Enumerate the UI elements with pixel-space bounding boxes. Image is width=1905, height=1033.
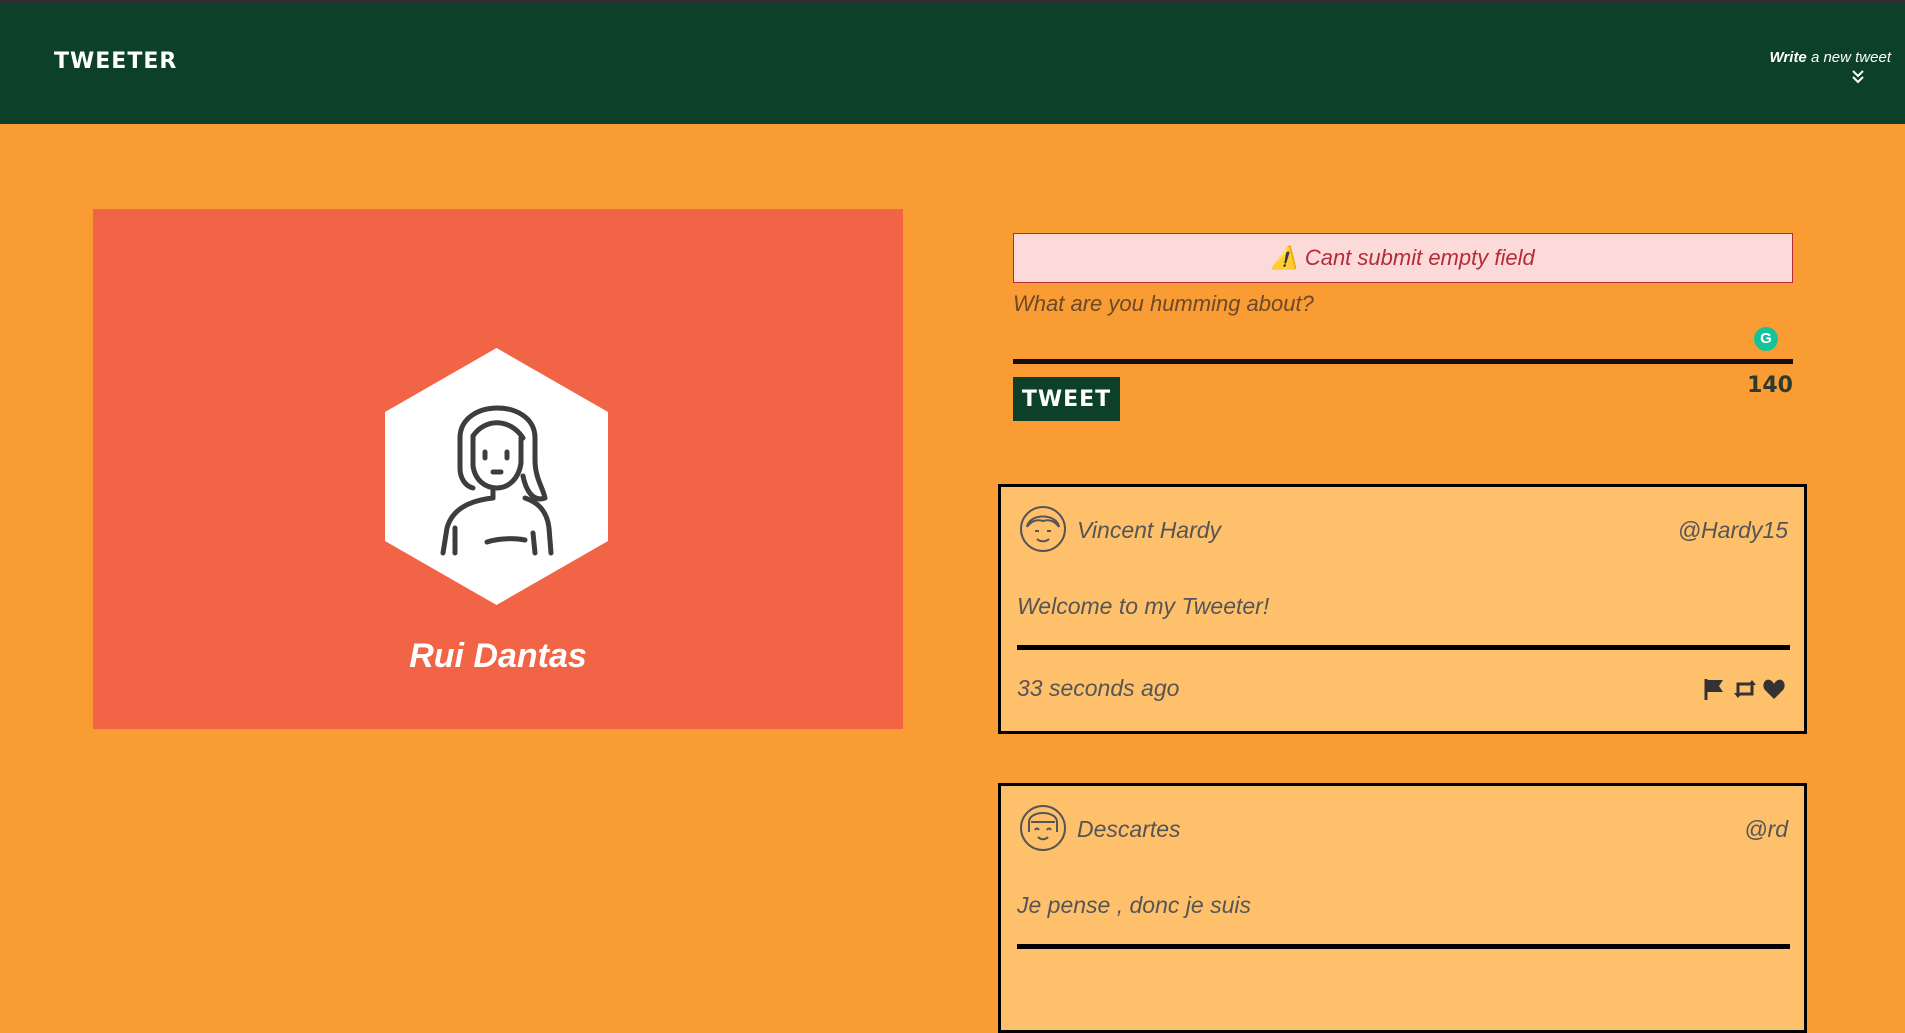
bob-hair-avatar-icon: [1020, 805, 1066, 851]
tweet-author-handle: @rd: [1744, 816, 1788, 842]
navbar: TWEETER Write a new tweet: [0, 3, 1905, 124]
tweet-author-name: Descartes: [1077, 816, 1181, 842]
tweet-submit-button[interactable]: TWEET: [1013, 377, 1120, 421]
retweet-icon[interactable]: [1732, 677, 1758, 701]
tweet-textarea[interactable]: [1013, 291, 1793, 351]
man-avatar-icon: [1020, 506, 1066, 552]
error-text: Cant submit empty field: [1304, 245, 1535, 270]
tweet-content: Welcome to my Tweeter!: [1017, 593, 1270, 619]
heart-icon[interactable]: [1762, 677, 1788, 701]
woman-avatar-icon: [385, 348, 608, 605]
double-chevron-down-icon: [1852, 70, 1864, 84]
tweet-card: Descartes @rd Je pense , donc je suis: [998, 783, 1807, 1033]
new-tweet-form: ⚠️ Cant submit empty field G TWEET 140: [1013, 233, 1793, 421]
compose-toggle-bold: Write: [1769, 49, 1807, 66]
brand-logo[interactable]: TWEETER: [54, 49, 177, 74]
tweet-author-name: Vincent Hardy: [1077, 517, 1222, 543]
tweet-actions: [1702, 677, 1788, 701]
profile-name: Rui Dantas: [409, 637, 587, 675]
tweet-author-handle: @Hardy15: [1677, 517, 1788, 543]
tweet-timestamp: 33 seconds ago: [1017, 675, 1180, 701]
grammarly-badge-icon[interactable]: G: [1754, 327, 1778, 351]
divider: [1017, 944, 1790, 949]
divider: [1013, 359, 1793, 364]
flag-icon[interactable]: [1702, 677, 1728, 701]
error-message: ⚠️ Cant submit empty field: [1013, 233, 1793, 283]
divider: [1017, 645, 1790, 650]
warning-icon: ⚠️: [1271, 245, 1299, 270]
character-counter: 140: [1747, 373, 1793, 398]
tweet-content: Je pense , donc je suis: [1017, 892, 1251, 918]
write-new-tweet-toggle[interactable]: Write a new tweet: [1711, 49, 1891, 84]
compose-toggle-text: a new tweet: [1806, 49, 1891, 66]
tweet-card: Vincent Hardy @Hardy15 Welcome to my Twe…: [998, 484, 1807, 734]
profile-header: Rui Dantas: [93, 209, 903, 729]
